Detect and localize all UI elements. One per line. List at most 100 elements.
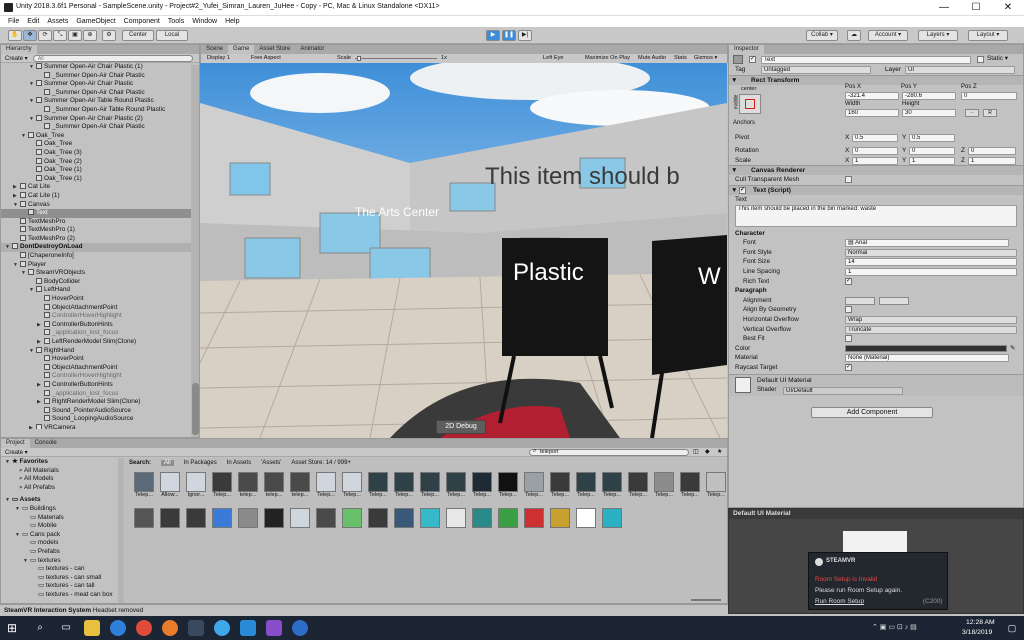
asset-tile[interactable] (471, 508, 493, 528)
foldout-arrow-icon[interactable]: ▶ (37, 398, 44, 407)
foldout-arrow-icon[interactable]: ▶ (37, 381, 44, 390)
hierarchy-row[interactable]: _application_lost_focus (1, 389, 199, 399)
scale-slider-handle[interactable] (357, 56, 361, 61)
asset-tile[interactable] (133, 508, 155, 528)
hierarchy-create-button[interactable]: Create ▾ (5, 55, 28, 62)
asset-tile[interactable]: Telep... (393, 472, 415, 498)
asset-tile[interactable]: Telep... (627, 472, 649, 498)
asset-tile[interactable] (185, 508, 207, 528)
foldout-arrow-icon[interactable]: ▶ (37, 321, 44, 330)
favorites-item[interactable]: ⌕ All Models (1, 475, 125, 484)
asset-folder[interactable]: ▭ Prefabs (1, 548, 125, 557)
menu-item[interactable]: Tools (168, 16, 184, 27)
foldout-arrow-icon[interactable]: ▼ (29, 80, 36, 89)
clock-date[interactable]: 3/18/2019 (962, 629, 992, 636)
tab-scene[interactable]: Scene (201, 45, 228, 54)
asset-tile[interactable]: Telep... (523, 472, 545, 498)
hierarchy-row[interactable]: ▼ RightHand (1, 346, 199, 356)
anchor-presets-button[interactable] (739, 93, 761, 114)
menu-item[interactable]: Help (225, 16, 239, 27)
hierarchy-row[interactable]: Oak_Tree (1, 140, 199, 149)
shader-dropdown[interactable]: UI/Default (783, 387, 903, 396)
scope-asset-store[interactable]: Asset Store: 14 / 999+ (291, 460, 351, 466)
asset-tile[interactable]: Telep... (471, 472, 493, 498)
asset-tile[interactable]: telep... (237, 472, 259, 498)
pivot-x-field[interactable]: 0.5 (852, 133, 898, 142)
foldout-arrow-icon[interactable]: ▶ (13, 183, 20, 192)
custom-tool-button[interactable]: ⚙ (102, 30, 116, 41)
minimize-button[interactable]: — (928, 0, 960, 16)
hierarchy-row[interactable]: Oak_Tree (3) (1, 148, 199, 158)
scale-z-field[interactable]: 1 (968, 156, 1016, 165)
rot-z-field[interactable]: 0 (968, 147, 1016, 156)
hierarchy-row[interactable]: ▶ ControllerButtonHints (1, 320, 199, 330)
text-content-area[interactable]: This item should be placed in the bin ma… (735, 204, 1017, 227)
asset-tile[interactable]: Telep... (419, 472, 441, 498)
scale-x-field[interactable]: 1 (852, 156, 898, 165)
close-button[interactable]: ✕ (992, 0, 1024, 16)
static-dropdown[interactable]: Static ▾ (987, 54, 1008, 64)
tab-console[interactable]: Console (30, 439, 62, 448)
foldout-arrow-icon[interactable]: ▼ (5, 243, 12, 252)
font-field[interactable]: ▤ Arial (845, 239, 1009, 248)
hierarchy-row[interactable]: ▶ LeftRenderModel Slim(Clone) (1, 338, 199, 347)
pos-y-field[interactable]: -280.6 (902, 91, 956, 100)
asset-tile[interactable]: Telep... (367, 472, 389, 498)
asset-tile[interactable]: Telep... (497, 472, 519, 498)
notification-center-icon[interactable]: ▢ (1004, 620, 1020, 636)
clock-time[interactable]: 12:28 AM (966, 619, 995, 626)
font-style-dropdown[interactable]: Normal (845, 248, 1017, 257)
hierarchy-row[interactable]: TextMeshPro (2) (1, 234, 199, 244)
hierarchy-row[interactable]: ▼ Canvas (1, 200, 199, 210)
icon-size-slider[interactable] (691, 599, 721, 601)
chrome-icon[interactable] (136, 620, 152, 636)
tab-asset-store[interactable]: Asset Store (254, 45, 295, 54)
asset-tile[interactable]: telep... (289, 472, 311, 498)
object-name-field[interactable]: Text (761, 56, 971, 64)
anchors-foldout[interactable]: Anchors (733, 120, 755, 126)
collab-button[interactable]: Collab ▾ (806, 30, 838, 41)
foldout-arrow-icon[interactable]: ▶ (37, 338, 44, 347)
asset-folder[interactable]: ▭ Materials (1, 514, 125, 523)
menu-item[interactable]: GameObject (76, 16, 115, 27)
maximize-on-play-toggle[interactable]: Maximize On Play (585, 54, 630, 63)
windows-start-icon[interactable]: ⊞ (4, 620, 20, 636)
foldout-arrow-icon[interactable]: ▼ (29, 97, 36, 106)
raycast-checkbox[interactable]: ✓ (845, 363, 852, 371)
hierarchy-row[interactable]: ▼ Summer Open-Air Table Round Plastic (1, 97, 199, 106)
hierarchy-row[interactable]: ▼ SteamVRObjects (1, 269, 199, 278)
pivot-center-button[interactable]: Center (122, 30, 154, 41)
step-button[interactable]: ▶| (518, 30, 532, 41)
hierarchy-row[interactable]: TextMeshPro (1, 217, 199, 227)
rot-y-field[interactable]: 0 (909, 147, 955, 156)
app-icon[interactable] (214, 620, 230, 636)
hierarchy-row[interactable]: Text (1, 209, 199, 218)
hierarchy-row[interactable]: ObjectAttachmentPoint (1, 363, 199, 373)
asset-tile[interactable] (367, 508, 389, 528)
asset-folder[interactable]: ▼ ▭ textures (1, 557, 125, 566)
stats-toggle[interactable]: Stats (674, 54, 687, 63)
asset-tile[interactable]: Telep... (705, 472, 727, 498)
favorites-item[interactable]: ⌕ All Prefabs (1, 484, 125, 493)
hierarchy-row[interactable]: BodyCollider (1, 277, 199, 287)
scale-y-field[interactable]: 1 (909, 156, 955, 165)
vertical-alignment-buttons[interactable] (879, 296, 909, 305)
asset-folder[interactable]: ▭ textures - can small (1, 574, 125, 583)
foldout-arrow-icon[interactable]: ▼ (21, 132, 28, 141)
account-button[interactable]: Account ▾ (868, 30, 908, 41)
asset-tile[interactable] (523, 508, 545, 528)
hierarchy-row[interactable]: ▶ ControllerButtonHints (1, 380, 199, 390)
menu-item[interactable]: File (8, 16, 19, 27)
hierarchy-row[interactable]: HoverPoint (1, 355, 199, 364)
cloud-icon[interactable]: ☁ (847, 30, 861, 41)
blueprint-mode-button[interactable]: ⋯ (965, 108, 979, 117)
game-view[interactable]: This item should b The Arts Center Plast… (200, 63, 727, 438)
scope-all[interactable]: All (161, 460, 174, 466)
active-checkbox[interactable]: ✓ (749, 56, 756, 63)
maximize-button[interactable]: ☐ (960, 0, 992, 16)
hierarchy-row[interactable]: ▼ Summer Open-Air Chair Plastic (2) (1, 114, 199, 124)
eye-dropdown[interactable]: Left Eye (543, 54, 564, 63)
pivot-local-button[interactable]: Local (156, 30, 188, 41)
asset-tile[interactable]: telep... (263, 472, 285, 498)
tab-game[interactable]: Game (228, 45, 255, 54)
